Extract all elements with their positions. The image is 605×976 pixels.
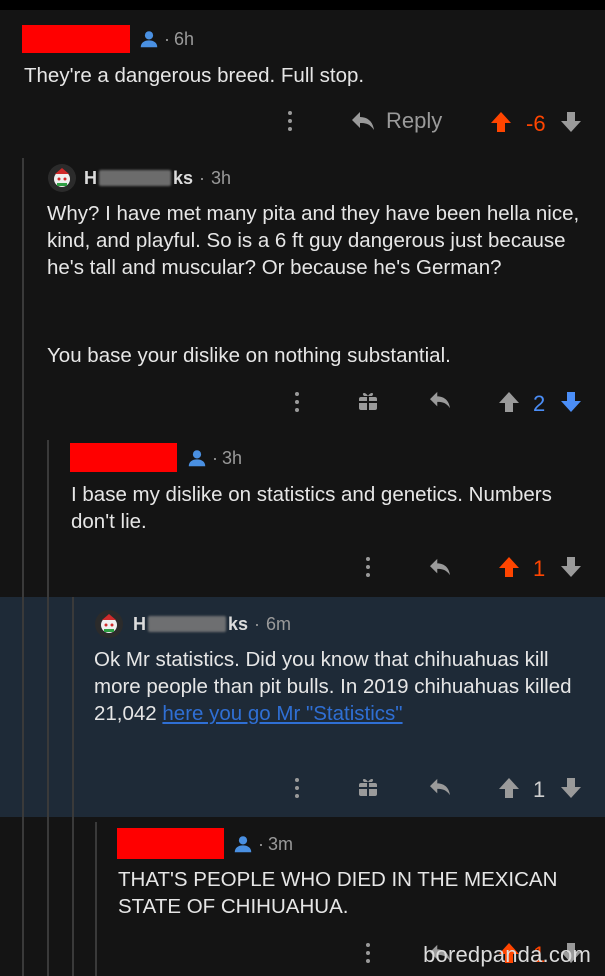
more-options-button[interactable] — [290, 775, 304, 801]
comment-time: 3h — [211, 167, 232, 188]
downvote-button[interactable] — [560, 390, 582, 414]
snoo-avatar-icon — [54, 168, 70, 187]
more-options-button[interactable] — [361, 554, 375, 580]
award-button[interactable] — [357, 390, 379, 412]
redacted-username — [117, 828, 224, 859]
comment-meta: H ks · 3h — [48, 164, 231, 192]
boredpanda-watermark: boredpanda.com — [423, 942, 591, 967]
upvote-button[interactable] — [498, 390, 520, 414]
user-icon — [140, 31, 158, 48]
username-end[interactable]: ks — [173, 168, 193, 189]
comment-meta: · 6h — [138, 28, 194, 50]
downvote-arrow-icon — [561, 557, 581, 577]
upvote-button[interactable] — [490, 110, 512, 134]
upvote-button[interactable] — [498, 555, 520, 579]
more-vertical-icon — [295, 392, 299, 412]
separator-dot: · — [254, 613, 261, 634]
more-options-button[interactable] — [361, 940, 375, 966]
separator-dot: · — [212, 447, 218, 468]
reply-icon — [430, 391, 450, 409]
upvote-button[interactable] — [498, 776, 520, 800]
thread-line — [72, 597, 74, 976]
vote-score: 1 — [533, 777, 546, 802]
comment-time: 6h — [174, 28, 195, 49]
more-options-button[interactable] — [290, 389, 304, 415]
user-icon — [234, 836, 252, 853]
reply-icon — [352, 112, 374, 130]
downvote-arrow-icon — [561, 392, 581, 412]
status-bar — [0, 0, 605, 10]
thread-line — [47, 597, 49, 817]
upvote-arrow-icon — [499, 778, 519, 798]
reply-button[interactable] — [428, 777, 452, 797]
reply-button[interactable] — [428, 557, 452, 577]
blurred-username — [148, 616, 226, 632]
reply-icon — [430, 558, 450, 576]
reply-button[interactable]: Reply — [350, 108, 442, 134]
downvote-button[interactable] — [560, 555, 582, 579]
separator-dot: · — [199, 167, 206, 188]
downvote-arrow-icon — [561, 778, 581, 798]
more-vertical-icon — [295, 778, 299, 798]
comment-text: Why? I have met many pita and they have … — [47, 202, 580, 279]
gift-icon — [359, 778, 377, 796]
username-end[interactable]: ks — [228, 614, 248, 635]
upvote-arrow-icon — [499, 557, 519, 577]
thread-line — [22, 597, 24, 817]
gift-icon — [359, 392, 377, 410]
downvote-button[interactable] — [560, 110, 582, 134]
separator-dot: · — [258, 833, 264, 854]
username-start[interactable]: H — [133, 614, 146, 635]
comment-text: I base my dislike on statistics and gene… — [71, 483, 552, 533]
comment-meta: · 3h — [186, 447, 242, 469]
upvote-arrow-icon — [491, 112, 511, 132]
username-start[interactable]: H — [84, 168, 97, 189]
award-button[interactable] — [357, 776, 379, 798]
thread-line — [22, 158, 24, 976]
snoo-avatar-icon — [101, 614, 117, 633]
reply-label: Reply — [386, 108, 443, 133]
comment-meta: H ks · 6m — [95, 610, 291, 638]
avatar — [95, 610, 123, 638]
more-vertical-icon — [366, 943, 370, 963]
downvote-button[interactable] — [560, 776, 582, 800]
more-vertical-icon — [366, 557, 370, 577]
avatar — [48, 164, 76, 192]
upvote-arrow-icon — [499, 392, 519, 412]
user-icon — [188, 450, 206, 467]
statistics-link[interactable]: here you go Mr "Statistics" — [162, 702, 402, 725]
more-options-button[interactable] — [283, 108, 297, 134]
comment-text-second-paragraph: You base your dislike on nothing substan… — [47, 344, 451, 367]
separator-dot: · — [164, 28, 170, 49]
reply-button[interactable] — [428, 390, 452, 410]
redacted-username — [22, 25, 130, 53]
vote-score: -6 — [526, 111, 546, 136]
comment-text: Ok Mr statistics. Did you know that chih… — [94, 646, 574, 727]
comment-time: 6m — [266, 613, 292, 634]
reply-icon — [430, 778, 450, 796]
thread-line — [95, 822, 97, 976]
redacted-username — [70, 443, 177, 472]
comment-time: 3h — [222, 447, 243, 468]
blurred-username — [99, 170, 171, 186]
comment-text: They're a dangerous breed. Full stop. — [24, 64, 365, 87]
downvote-arrow-icon — [561, 112, 581, 132]
vote-score: 2 — [533, 391, 546, 416]
comment-time: 3m — [268, 833, 294, 854]
more-vertical-icon — [288, 111, 292, 131]
comment-text: THAT'S PEOPLE WHO DIED IN THE MEXICAN ST… — [118, 868, 558, 918]
vote-score: 1 — [533, 556, 546, 581]
comment-meta: · 3m — [232, 833, 293, 855]
